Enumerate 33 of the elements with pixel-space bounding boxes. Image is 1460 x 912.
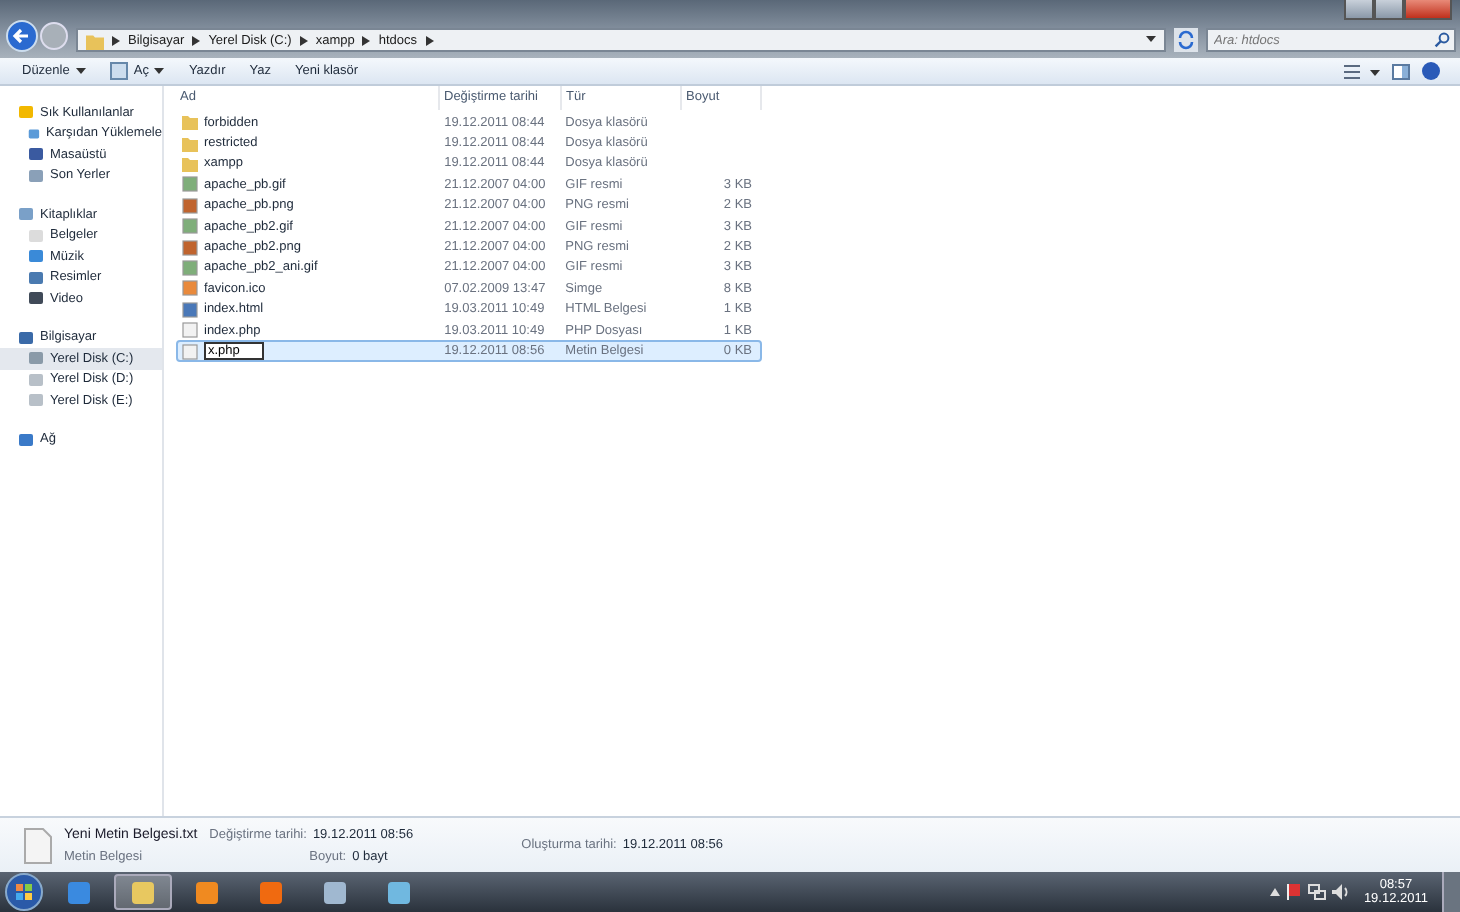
flag-icon[interactable] [1285, 884, 1302, 900]
folder-icon [86, 31, 104, 49]
refresh-icon[interactable] [1174, 28, 1198, 52]
app-icon [322, 879, 348, 905]
chevron-icon[interactable] [362, 35, 371, 45]
chevron-icon[interactable] [112, 35, 120, 45]
search-icon [1434, 32, 1450, 48]
chevron-icon[interactable] [192, 35, 201, 45]
caret-icon [75, 67, 86, 75]
view-list-icon[interactable] [1344, 63, 1380, 79]
start-button[interactable] [4, 872, 44, 912]
preview-pane-icon[interactable] [1392, 63, 1410, 79]
taskbar-app[interactable] [114, 874, 172, 910]
document-icon [24, 827, 52, 863]
chevron-icon[interactable] [299, 35, 308, 45]
back-button[interactable] [6, 20, 38, 52]
app-icon [194, 879, 220, 905]
app-icon [130, 879, 156, 905]
dropdown-icon[interactable] [1146, 36, 1156, 44]
app-icon [386, 879, 412, 905]
minimize-button[interactable] [1344, 0, 1374, 20]
app-icon [258, 879, 284, 905]
sidebar-icon [18, 431, 34, 448]
tray-arrow-icon[interactable] [1269, 888, 1280, 896]
forward-button[interactable] [40, 22, 68, 50]
maximize-button[interactable] [1374, 0, 1404, 20]
close-button[interactable] [1404, 0, 1452, 20]
caret-icon [154, 67, 165, 75]
volume-icon[interactable] [1331, 884, 1350, 900]
network-icon[interactable] [1307, 884, 1326, 900]
chevron-icon[interactable] [425, 35, 434, 45]
app-icon [66, 879, 92, 905]
window-icon [109, 62, 128, 80]
